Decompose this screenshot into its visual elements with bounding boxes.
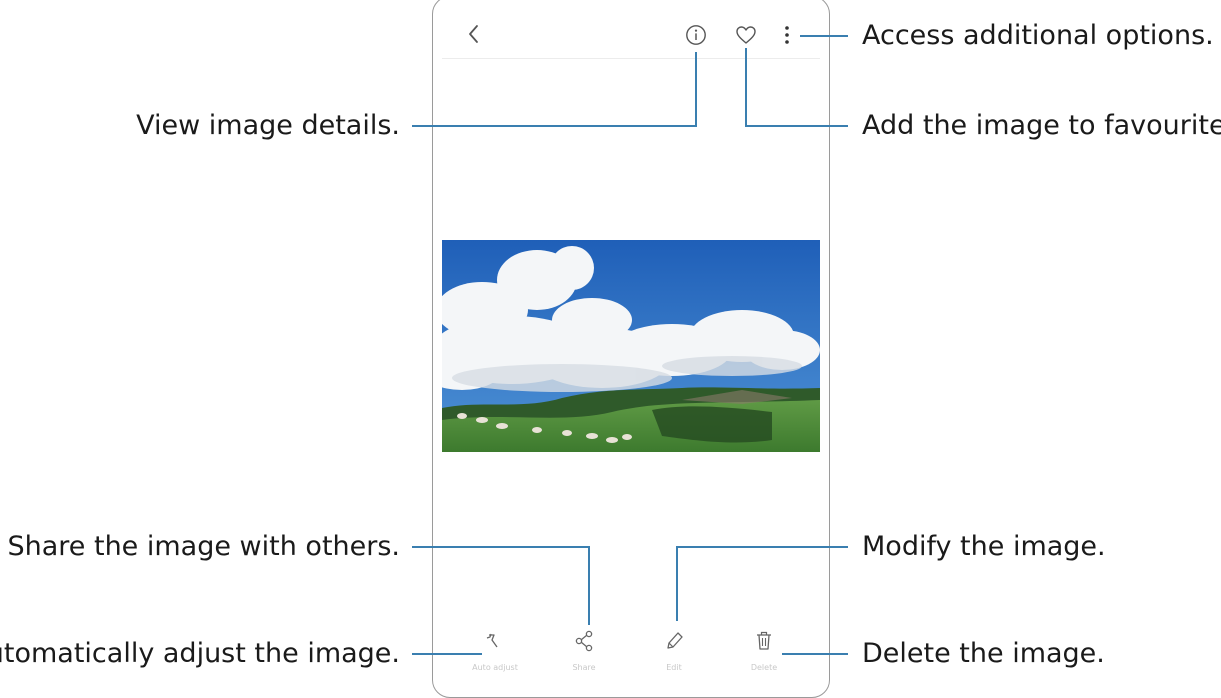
callout-line-details bbox=[412, 52, 697, 127]
callout-details: View image details. bbox=[136, 110, 400, 141]
callout-lines bbox=[412, 35, 848, 655]
callout-more-options: Access additional options. bbox=[862, 20, 1214, 51]
callout-delete: Delete the image. bbox=[862, 638, 1105, 669]
callout-line-favourites bbox=[745, 48, 848, 127]
callout-auto-adjust: Automatically adjust the image. bbox=[0, 638, 400, 669]
callout-line-edit bbox=[676, 546, 848, 621]
callout-share: Share the image with others. bbox=[7, 531, 400, 562]
callout-line-share bbox=[412, 546, 590, 625]
callout-edit: Modify the image. bbox=[862, 531, 1106, 562]
callout-favourites: Add the image to favourites. bbox=[862, 110, 1221, 141]
